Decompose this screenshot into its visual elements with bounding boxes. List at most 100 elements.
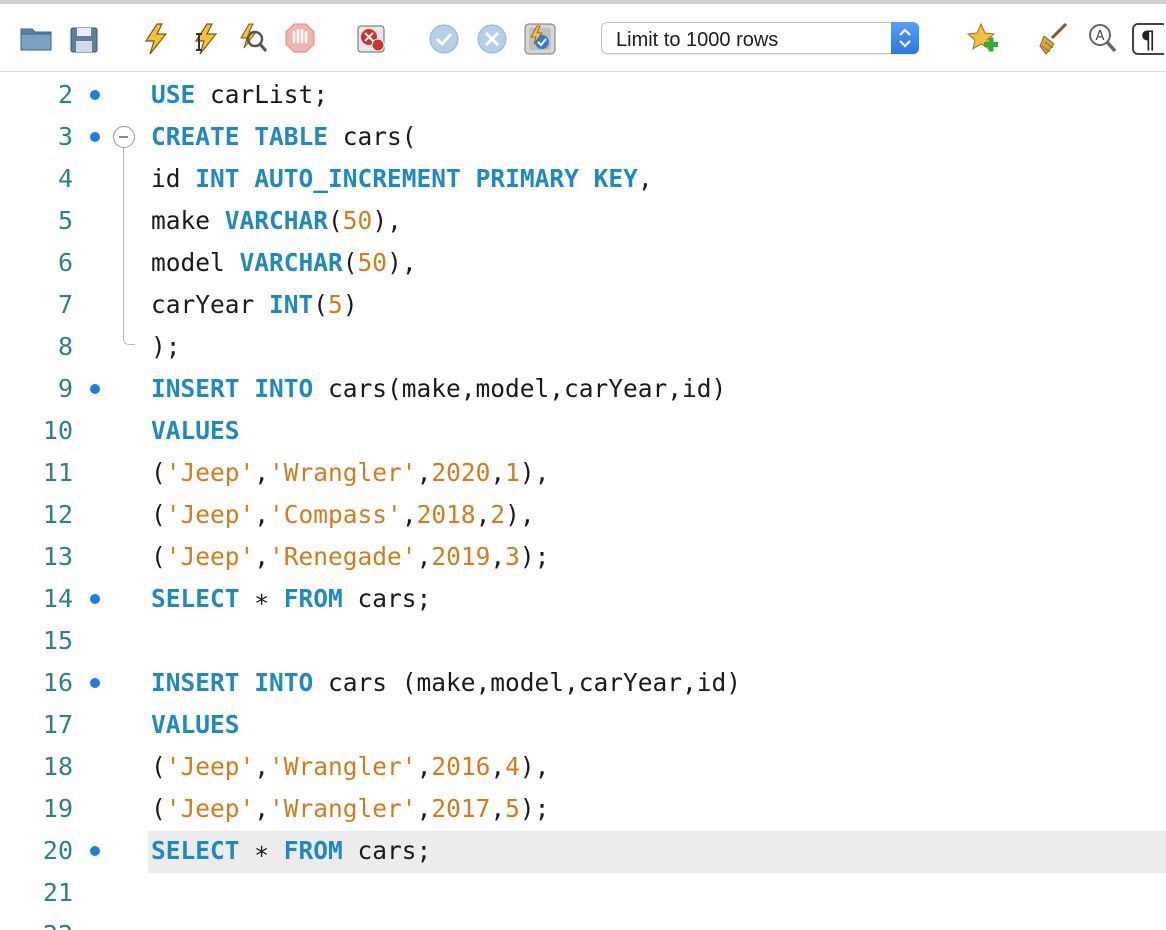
fold-range-marker <box>123 148 135 345</box>
code-text: SELECT ∗ FROM cars; <box>151 830 431 872</box>
sql-text: ); <box>151 332 181 361</box>
sql-keyword: AUTO_INCREMENT <box>254 164 461 193</box>
code-line[interactable]: 22 <box>0 914 1166 930</box>
code-text: ('Jeep','Wrangler',2020,1), <box>151 452 549 494</box>
sql-text: make <box>151 206 225 235</box>
limit-rows-select[interactable]: Limit to 1000 rows <box>601 22 919 54</box>
rollback-icon[interactable] <box>475 20 509 56</box>
code-line[interactable]: 10 VALUES <box>0 410 1166 452</box>
sql-keyword: CREATE <box>151 122 240 151</box>
sql-keyword: VARCHAR <box>239 248 343 277</box>
sql-literal: 'Jeep' <box>165 458 255 487</box>
stop-icon[interactable] <box>283 20 317 56</box>
sql-literal: 2018 <box>416 500 476 529</box>
code-line[interactable]: 18 ('Jeep','Wrangler',2016,4), <box>0 746 1166 788</box>
line-number: 20 <box>42 836 73 865</box>
code-line[interactable]: 6 model VARCHAR(50), <box>0 242 1166 284</box>
execute-icon[interactable] <box>139 20 173 56</box>
sql-text: , <box>254 500 270 529</box>
sql-literal: 2 <box>490 500 506 529</box>
line-number: 17 <box>42 710 73 739</box>
code-line[interactable]: 21 <box>0 872 1166 914</box>
code-line[interactable]: 11 ('Jeep','Wrangler',2020,1), <box>0 452 1166 494</box>
code-line[interactable]: 14 SELECT ∗ FROM cars; <box>0 578 1166 620</box>
beautify-icon[interactable] <box>1038 20 1072 56</box>
find-icon[interactable]: A <box>1086 20 1120 56</box>
limit-rows-label: Limit to 1000 rows <box>616 29 779 51</box>
commit-icon[interactable] <box>427 20 461 56</box>
fold-toggle-icon[interactable] <box>113 126 135 148</box>
explain-icon[interactable] <box>235 20 269 56</box>
svg-text:A: A <box>1096 29 1105 44</box>
sql-keyword: SELECT <box>151 836 240 865</box>
autocommit-icon[interactable] <box>523 20 557 56</box>
line-number: 8 <box>57 332 73 361</box>
invisibles-icon[interactable]: ¶ <box>1130 20 1166 56</box>
open-folder-icon[interactable] <box>19 20 53 56</box>
sql-text: ), <box>519 458 550 487</box>
sql-keyword: VALUES <box>151 710 240 739</box>
line-number: 15 <box>42 626 73 655</box>
statement-marker-icon <box>90 678 100 688</box>
code-line[interactable]: 8); <box>0 326 1166 368</box>
line-number: 7 <box>57 290 73 319</box>
sql-literal: 4 <box>505 752 520 781</box>
code-line[interactable]: 16 INSERT INTO cars (make,model,carYear,i… <box>0 662 1166 704</box>
code-line[interactable]: 7 carYear INT(5) <box>0 284 1166 326</box>
sql-literal: 'Jeep' <box>165 500 255 529</box>
code-text: USE carList; <box>151 74 328 116</box>
statement-marker-icon <box>90 594 100 604</box>
code-line[interactable]: 20 SELECT ∗ FROM cars; <box>0 830 1166 872</box>
sql-literal: 5 <box>328 290 343 319</box>
code-line[interactable]: 15 <box>0 620 1166 662</box>
code-line[interactable]: 17 VALUES <box>0 704 1166 746</box>
statement-marker-icon <box>90 132 100 142</box>
statement-marker-icon <box>90 90 100 100</box>
sql-literal: 3 <box>505 542 520 571</box>
line-number: 22 <box>0 914 73 930</box>
sql-text: ( <box>342 248 358 277</box>
save-icon[interactable] <box>67 20 101 56</box>
sql-editor[interactable]: 2 USE carList; 3 CREATE TABLE cars(4 id INT … <box>0 72 1166 930</box>
sql-text: cars; <box>342 836 432 865</box>
sql-text: ), <box>372 206 402 235</box>
sql-literal: 5 <box>505 794 520 823</box>
line-number: 2 <box>57 80 73 109</box>
code-line[interactable]: 2 USE carList; <box>0 74 1166 116</box>
select-stepper-icon[interactable] <box>891 22 919 54</box>
code-line[interactable]: 3 CREATE TABLE cars( <box>0 116 1166 158</box>
code-text: model VARCHAR(50), <box>151 242 417 284</box>
sql-literal: 2016 <box>431 752 491 781</box>
line-number: 11 <box>42 458 73 487</box>
line-number: 21 <box>42 878 73 907</box>
sql-text: ( <box>151 752 166 781</box>
line-number: 19 <box>42 794 73 823</box>
code-line[interactable]: 9 INSERT INTO cars(make,model,carYear,id) <box>0 368 1166 410</box>
sql-text: carList; <box>195 80 329 109</box>
line-number: 18 <box>42 752 73 781</box>
sql-text: , <box>254 542 270 571</box>
sql-keyword: INT <box>269 290 314 319</box>
code-line[interactable]: 4 id INT AUTO_INCREMENT PRIMARY KEY, <box>0 158 1166 200</box>
code-text: SELECT ∗ FROM cars; <box>151 578 431 620</box>
sql-keyword: FROM <box>283 584 343 613</box>
sql-text: cars(make,model,carYear,id) <box>313 374 727 403</box>
sql-text: , <box>490 542 506 571</box>
sql-text: ( <box>151 500 166 529</box>
code-line[interactable]: 5 make VARCHAR(50), <box>0 200 1166 242</box>
code-line[interactable]: 13 ('Jeep','Renegade',2019,3); <box>0 536 1166 578</box>
line-number: 5 <box>57 206 73 235</box>
execute-current-icon[interactable] <box>187 20 221 56</box>
sql-keyword: USE <box>151 80 196 109</box>
code-line[interactable]: 19 ('Jeep','Wrangler',2017,5); <box>0 788 1166 830</box>
toggle-error-icon[interactable] <box>355 20 389 56</box>
sql-text: , <box>401 500 417 529</box>
sql-literal: 50 <box>342 206 373 235</box>
sql-text: ), <box>519 752 550 781</box>
favorite-icon[interactable] <box>966 20 1000 56</box>
sql-literal: 2020 <box>431 458 491 487</box>
sql-text: , <box>416 794 432 823</box>
code-line[interactable]: 12 ('Jeep','Compass',2018,2), <box>0 494 1166 536</box>
